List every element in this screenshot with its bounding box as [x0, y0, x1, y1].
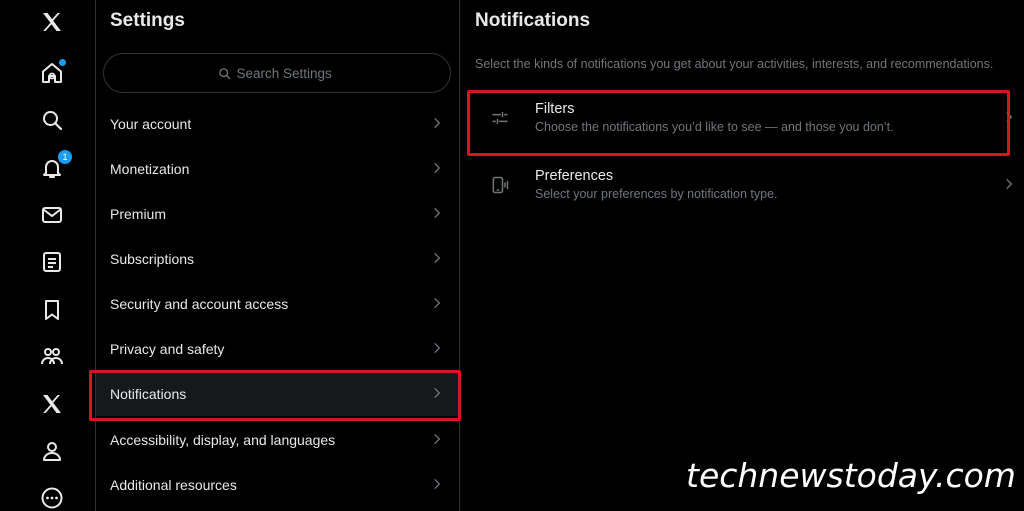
settings-item-label: Privacy and safety [110, 340, 225, 357]
settings-item-security[interactable]: Security and account access [96, 281, 460, 326]
chevron-right-icon [1006, 178, 1013, 190]
notification-count-badge: 1 [58, 150, 72, 164]
x-logo-icon[interactable] [38, 8, 66, 36]
settings-item-label: Notifications [110, 385, 187, 402]
settings-item-accessibility[interactable]: Accessibility, display, and languages [96, 417, 460, 462]
chevron-right-icon [1006, 111, 1013, 123]
communities-icon[interactable] [38, 342, 66, 370]
settings-item-privacy[interactable]: Privacy and safety [96, 326, 460, 371]
list-icon[interactable] [38, 248, 66, 276]
profile-icon[interactable] [38, 437, 66, 465]
settings-item-label: Accessibility, display, and languages [110, 431, 336, 448]
settings-search-input[interactable] [236, 65, 337, 81]
more-icon[interactable] [38, 484, 66, 511]
option-label: Preferences [535, 168, 614, 184]
chevron-right-icon [434, 207, 441, 219]
notifications-title: Notifications [475, 10, 591, 31]
chevron-right-icon [434, 342, 441, 354]
settings-item-label: Monetization [110, 160, 190, 177]
home-icon[interactable] [38, 59, 66, 87]
settings-item-notifications[interactable]: Notifications [96, 371, 460, 416]
option-label: Filters [535, 101, 575, 117]
settings-item-label: Security and account access [110, 295, 289, 312]
settings-item-monetization[interactable]: Monetization [96, 146, 460, 191]
chevron-right-icon [434, 162, 441, 174]
device-icon [492, 176, 509, 194]
settings-search-box[interactable] [103, 53, 451, 93]
settings-panel: Settings Your account Monetization Premi… [96, 0, 460, 511]
settings-item-additional-resources[interactable]: Additional resources [96, 462, 460, 507]
settings-item-premium[interactable]: Premium [96, 191, 460, 236]
home-badge-dot [59, 59, 66, 66]
chevron-right-icon [434, 252, 441, 264]
chevron-right-icon [434, 117, 441, 129]
mail-icon[interactable] [38, 201, 66, 229]
settings-item-label: Premium [110, 205, 167, 222]
chevron-right-icon [434, 478, 441, 490]
chevron-right-icon [434, 433, 441, 445]
settings-item-label: Your account [110, 115, 192, 132]
notifications-option-filters[interactable]: Filters Choose the notifications you’d l… [470, 90, 1016, 152]
settings-title: Settings [110, 10, 185, 31]
settings-item-your-account[interactable]: Your account [96, 101, 460, 146]
bell-icon[interactable]: 1 [38, 150, 72, 182]
option-description: Choose the notifications you’d like to s… [535, 120, 894, 134]
search-icon [218, 67, 230, 79]
sliders-icon [492, 112, 508, 124]
watermark: technewstoday.com [686, 456, 1016, 495]
notifications-panel: Notifications Select the kinds of notifi… [460, 0, 1024, 511]
nav-rail: 1 [0, 0, 96, 511]
x-premium-icon[interactable] [38, 390, 66, 418]
search-icon[interactable] [38, 106, 66, 134]
option-description: Select your preferences by notification … [535, 187, 778, 201]
settings-item-label: Subscriptions [110, 250, 195, 267]
bookmark-icon[interactable] [38, 296, 66, 324]
settings-item-subscriptions[interactable]: Subscriptions [96, 236, 460, 281]
notifications-option-preferences[interactable]: Preferences Select your preferences by n… [470, 157, 1016, 219]
settings-item-label: Additional resources [110, 476, 237, 493]
notifications-description: Select the kinds of notifications you ge… [475, 57, 994, 71]
chevron-right-icon [434, 387, 441, 399]
chevron-right-icon [434, 297, 441, 309]
